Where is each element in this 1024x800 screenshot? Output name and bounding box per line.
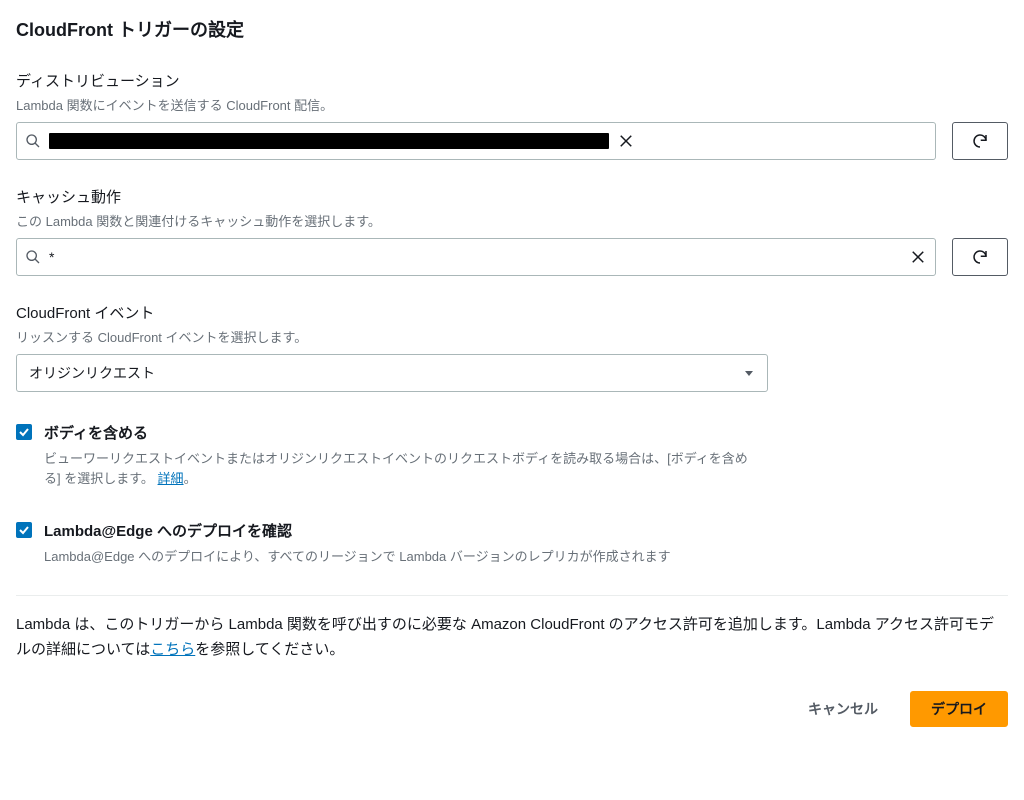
chevron-down-icon: [743, 367, 755, 379]
include-body-link[interactable]: 詳細: [158, 471, 184, 486]
distribution-value-redacted: [49, 133, 609, 149]
refresh-distribution-button[interactable]: [952, 122, 1008, 160]
confirm-deploy-block: Lambda@Edge へのデプロイを確認 Lambda@Edge へのデプロイ…: [16, 516, 1008, 567]
cloudfront-event-select[interactable]: オリジンリクエスト: [16, 354, 768, 392]
include-body-help: ビューワーリクエストイベントまたはオリジンリクエストイベントのリクエストボディを…: [44, 449, 764, 488]
include-body-block: ボディを含める ビューワーリクエストイベントまたはオリジンリクエストイベントのリ…: [16, 418, 1008, 488]
confirm-deploy-label: Lambda@Edge へのデプロイを確認: [44, 520, 671, 541]
permissions-footnote: Lambda は、このトリガーから Lambda 関数を呼び出すのに必要な Am…: [16, 612, 1008, 663]
distribution-help: Lambda 関数にイベントを送信する CloudFront 配信。: [16, 95, 1008, 114]
confirm-deploy-checkbox[interactable]: [16, 522, 32, 538]
cache-behavior-input[interactable]: *: [16, 238, 936, 276]
refresh-icon: [971, 248, 989, 266]
refresh-icon: [971, 132, 989, 150]
distribution-field: ディストリビューション Lambda 関数にイベントを送信する CloudFro…: [16, 70, 1008, 160]
permissions-link[interactable]: こちら: [150, 641, 195, 658]
distribution-input[interactable]: [16, 122, 936, 160]
check-icon: [18, 524, 30, 536]
include-body-checkbox[interactable]: [16, 424, 32, 440]
deploy-button[interactable]: デプロイ: [910, 691, 1008, 727]
cancel-button[interactable]: キャンセル: [788, 691, 898, 727]
clear-distribution-button[interactable]: [617, 132, 635, 150]
cache-behavior-field: キャッシュ動作 この Lambda 関数と関連付けるキャッシュ動作を選択します。…: [16, 186, 1008, 276]
close-icon: [909, 248, 927, 266]
page-title: CloudFront トリガーの設定: [16, 16, 1008, 42]
cloudfront-event-field: CloudFront イベント リッスンする CloudFront イベントを選…: [16, 302, 1008, 392]
cache-behavior-value: *: [49, 249, 901, 265]
refresh-cache-behavior-button[interactable]: [952, 238, 1008, 276]
cache-behavior-help: この Lambda 関数と関連付けるキャッシュ動作を選択します。: [16, 211, 1008, 230]
include-body-label: ボディを含める: [44, 422, 764, 443]
action-bar: キャンセル デプロイ: [16, 691, 1008, 727]
search-icon: [25, 133, 41, 149]
clear-cache-behavior-button[interactable]: [909, 248, 927, 266]
cloudfront-event-value: オリジンリクエスト: [29, 363, 155, 383]
close-icon: [617, 132, 635, 150]
search-icon: [25, 249, 41, 265]
cloudfront-event-label: CloudFront イベント: [16, 302, 1008, 323]
cache-behavior-label: キャッシュ動作: [16, 186, 1008, 207]
cloudfront-event-help: リッスンする CloudFront イベントを選択します。: [16, 327, 1008, 346]
confirm-deploy-help: Lambda@Edge へのデプロイにより、すべてのリージョンで Lambda …: [44, 547, 671, 567]
check-icon: [18, 426, 30, 438]
distribution-label: ディストリビューション: [16, 70, 1008, 91]
divider: [16, 595, 1008, 596]
